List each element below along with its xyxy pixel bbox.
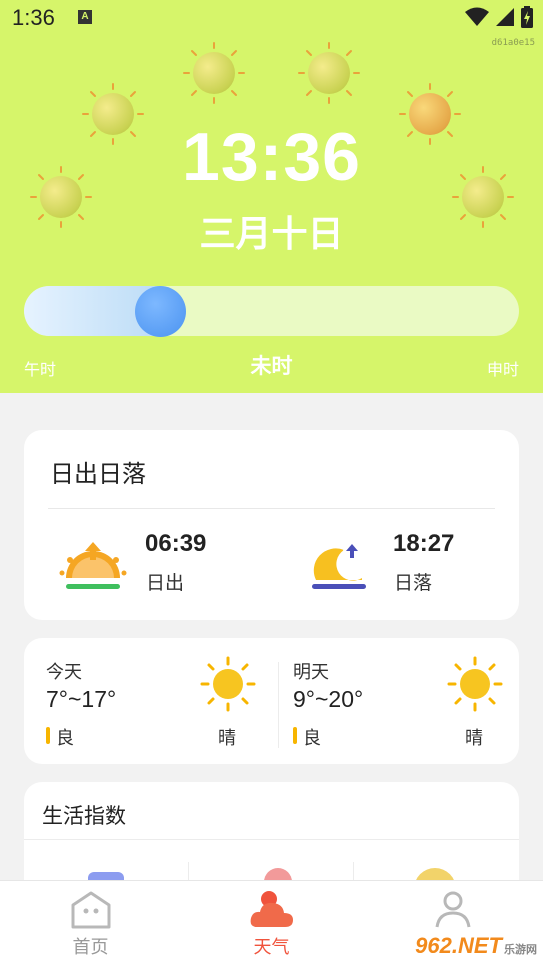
- status-bar: 1:36 A: [0, 0, 543, 38]
- decor-sun-icon: [183, 42, 245, 104]
- hour-label-next: 申时: [486, 360, 519, 379]
- forecast-condition: 晴: [465, 728, 483, 749]
- card-title: 生活指数: [42, 804, 126, 828]
- divider: [48, 508, 495, 509]
- hour-slider-knob[interactable]: [135, 286, 186, 337]
- sunset-moon-icon: [312, 543, 366, 589]
- forecast-tomorrow[interactable]: 明天 9°~20° 良 晴: [271, 638, 518, 764]
- aqi-indicator: [46, 727, 50, 744]
- hero-banner: 1:36 A d61a0e15 13:36 三月十日 午时 未时 申时: [0, 0, 543, 393]
- forecast-today[interactable]: 今天 7°~17° 良 晴: [24, 638, 271, 764]
- sunset-time: 18:27: [393, 530, 455, 557]
- battery-icon: [521, 6, 533, 28]
- sunset-label: 日落: [394, 572, 433, 594]
- forecast-day: 明天: [293, 662, 329, 683]
- forecast-day: 今天: [46, 662, 82, 683]
- clock-date: 三月十日: [199, 214, 344, 255]
- forecast-card: 今天 7°~17° 良 晴 明天 9°~20° 良 晴: [24, 638, 519, 764]
- status-time: 1:36: [12, 5, 55, 30]
- forecast-aqi: 良: [56, 728, 74, 749]
- sunrise-time: 06:39: [145, 530, 207, 557]
- hour-label-current: 未时: [250, 354, 293, 378]
- bottom-nav: 首页 天气 962.NET 乐游网: [0, 880, 543, 967]
- sunny-icon: [200, 656, 256, 712]
- build-tag: d61a0e15: [491, 38, 535, 48]
- forecast-temp: 9°~20°: [293, 686, 364, 712]
- forecast-temp: 7°~17°: [46, 686, 117, 712]
- sunrise-label: 日出: [146, 572, 185, 594]
- sunrise-sunset-card: 日出日落 06:39 日出 18:27 日落: [24, 430, 519, 620]
- sunny-icon: [447, 656, 503, 712]
- nav-label: 首页: [72, 937, 109, 958]
- sunrise-icon: [59, 542, 127, 589]
- clock-time: 13:36: [182, 119, 361, 195]
- hour-slider-track[interactable]: [24, 286, 519, 336]
- home-icon: [71, 891, 111, 929]
- weather-cloud-icon: [250, 891, 293, 927]
- status-icons: [465, 6, 533, 28]
- watermark-logo: 962.NET 乐游网: [415, 933, 537, 958]
- divider: [24, 839, 519, 840]
- wifi-icon: [465, 7, 489, 26]
- notification-icon: A: [78, 10, 92, 24]
- nav-item-weather[interactable]: 天气: [181, 881, 362, 967]
- aqi-indicator: [293, 727, 297, 744]
- nav-label: 天气: [253, 937, 290, 958]
- card-title: 日出日落: [50, 460, 146, 488]
- forecast-condition: 晴: [218, 728, 236, 749]
- profile-icon: [435, 891, 471, 928]
- decor-sun-icon: [298, 42, 360, 104]
- signal-icon: [496, 8, 514, 26]
- forecast-aqi: 良: [303, 728, 321, 749]
- nav-item-home[interactable]: 首页: [0, 881, 181, 967]
